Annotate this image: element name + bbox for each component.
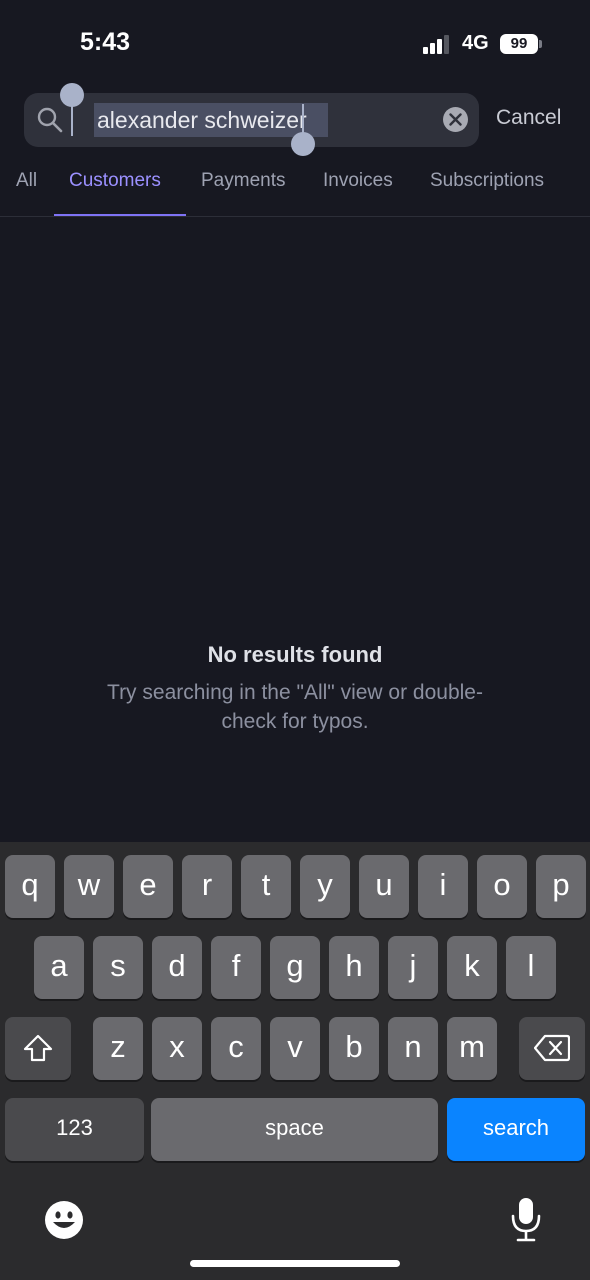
- key-b[interactable]: b: [329, 1017, 379, 1080]
- key-l[interactable]: l: [506, 936, 556, 999]
- selection-handle-start-knob[interactable]: [60, 83, 84, 107]
- key-x[interactable]: x: [152, 1017, 202, 1080]
- shift-key[interactable]: [5, 1017, 71, 1080]
- microphone-icon[interactable]: [510, 1196, 542, 1242]
- key-c[interactable]: c: [211, 1017, 261, 1080]
- clear-search-button[interactable]: [443, 107, 468, 132]
- shift-icon: [23, 1034, 53, 1062]
- search-icon: [37, 107, 63, 133]
- tab-all[interactable]: All: [16, 170, 37, 192]
- key-r[interactable]: r: [182, 855, 232, 918]
- key-e[interactable]: e: [123, 855, 173, 918]
- key-y[interactable]: y: [300, 855, 350, 918]
- key-i[interactable]: i: [418, 855, 468, 918]
- key-q[interactable]: q: [5, 855, 55, 918]
- selection-handle-end-knob[interactable]: [291, 132, 315, 156]
- cancel-button[interactable]: Cancel: [496, 106, 561, 130]
- key-u[interactable]: u: [359, 855, 409, 918]
- key-v[interactable]: v: [270, 1017, 320, 1080]
- space-key[interactable]: space: [151, 1098, 438, 1161]
- tabs-divider: [0, 216, 590, 217]
- empty-state-message: Try searching in the "All" view or doubl…: [107, 681, 483, 733]
- key-d[interactable]: d: [152, 936, 202, 999]
- signal-icon: [423, 34, 453, 54]
- battery-tip: [539, 40, 542, 48]
- backspace-key[interactable]: [519, 1017, 585, 1080]
- key-p[interactable]: p: [536, 855, 586, 918]
- key-z[interactable]: z: [93, 1017, 143, 1080]
- tab-invoices[interactable]: Invoices: [323, 170, 393, 192]
- search-key[interactable]: search: [447, 1098, 585, 1161]
- key-m[interactable]: m: [447, 1017, 497, 1080]
- key-h[interactable]: h: [329, 936, 379, 999]
- key-w[interactable]: w: [64, 855, 114, 918]
- emoji-icon[interactable]: [44, 1200, 84, 1240]
- tab-customers[interactable]: Customers: [69, 170, 161, 192]
- key-o[interactable]: o: [477, 855, 527, 918]
- battery-icon: 99: [500, 34, 538, 54]
- status-bar: 5:43 4G 99: [0, 0, 590, 86]
- key-f[interactable]: f: [211, 936, 261, 999]
- search-scope-tabs: All Customers Payments Invoices Subscrip…: [0, 170, 590, 216]
- numbers-key[interactable]: 123: [5, 1098, 144, 1161]
- tab-payments[interactable]: Payments: [201, 170, 285, 192]
- key-n[interactable]: n: [388, 1017, 438, 1080]
- key-k[interactable]: k: [447, 936, 497, 999]
- network-type: 4G: [462, 32, 489, 54]
- key-t[interactable]: t: [241, 855, 291, 918]
- search-input[interactable]: alexander schweizer: [95, 107, 309, 134]
- key-s[interactable]: s: [93, 936, 143, 999]
- empty-state-title: No results found: [207, 642, 383, 667]
- backspace-icon: [533, 1034, 571, 1062]
- home-indicator: [190, 1260, 400, 1267]
- tab-subscriptions[interactable]: Subscriptions: [430, 170, 544, 192]
- status-time: 5:43: [80, 28, 131, 56]
- search-field[interactable]: alexander schweizer: [24, 93, 479, 147]
- key-g[interactable]: g: [270, 936, 320, 999]
- clear-icon: [449, 113, 462, 126]
- key-j[interactable]: j: [388, 936, 438, 999]
- key-a[interactable]: a: [34, 936, 84, 999]
